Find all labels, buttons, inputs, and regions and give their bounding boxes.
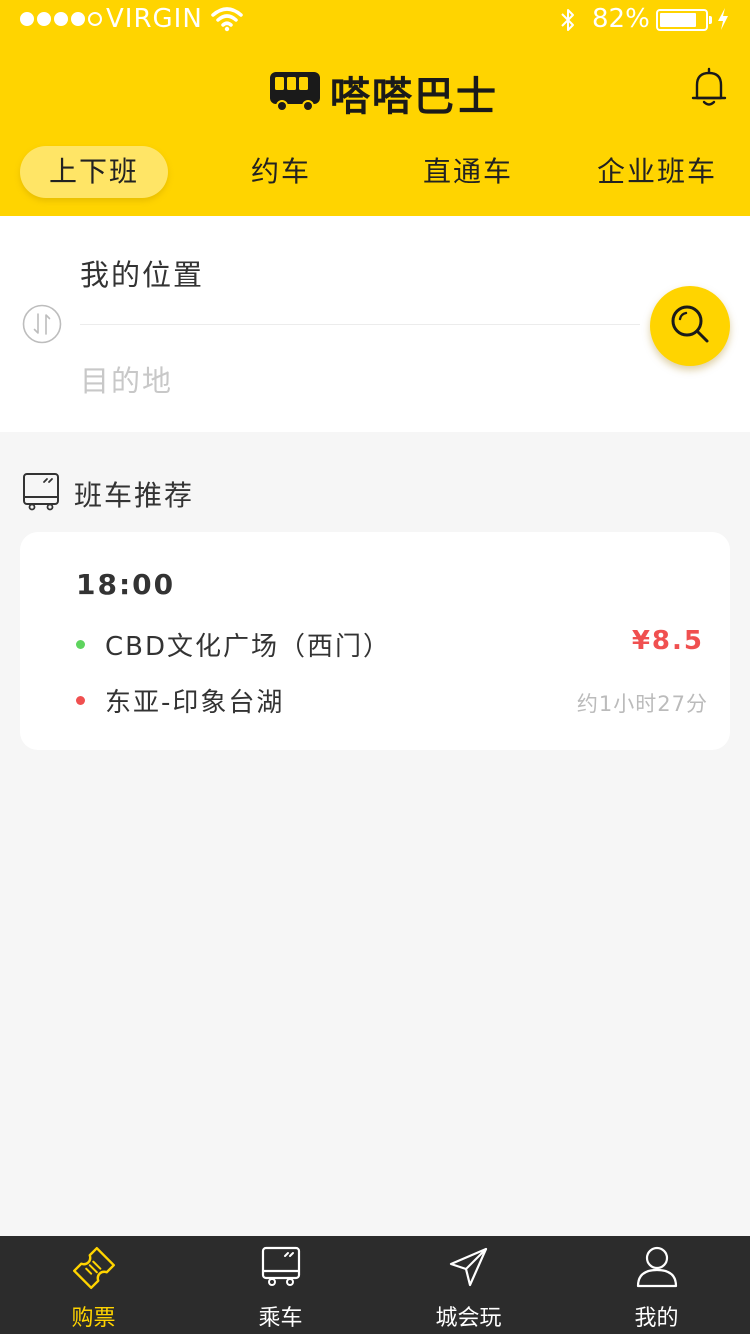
app-header: VIRGIN 82% 嗒嗒巴士 上下班 约车 直通车 企业班车 [0,0,750,216]
search-icon [667,301,713,351]
origin-name: CBD文化广场（西门） [105,632,392,662]
shuttle-card[interactable]: 18:00 CBD文化广场（西门） 东亚-印象台湖 ¥8.5 约1小时27分 [20,532,730,750]
field-divider [80,324,640,325]
search-button[interactable] [650,286,730,366]
tabbar-profile[interactable]: 我的 [563,1236,750,1334]
destination-name: 东亚-印象台湖 [105,688,285,718]
battery-fill [660,13,696,27]
paper-plane-icon [446,1244,492,1294]
tabbar-ride[interactable]: 乘车 [187,1236,374,1334]
departure-time: 18:00 [76,568,176,601]
recommend-section-header: 班车推荐 [22,472,194,516]
origin-dot [76,640,85,649]
signal-dot [37,12,51,26]
section-title: 班车推荐 [74,479,195,512]
origin-stop: CBD文化广场（西门） [76,626,391,663]
ticket-icon [70,1244,118,1296]
battery-icon [656,9,712,31]
bluetooth-icon [558,6,578,41]
destination-field[interactable]: 目的地 [80,358,173,400]
tabbar-label: 购票 [71,1306,116,1331]
notification-bell-icon[interactable] [690,66,728,112]
signal-dot [20,12,34,26]
top-tabs: 上下班 约车 直通车 企业班车 [0,146,750,200]
signal-dot [71,12,85,26]
signal-dot [88,12,102,26]
tabbar-city-fun[interactable]: 城会玩 [375,1236,562,1334]
swap-direction-icon[interactable] [22,304,62,348]
wifi-icon [210,6,244,39]
bus-logo-icon [268,70,322,116]
bottom-tab-bar: 购票 乘车 城会玩 我的 [0,1236,750,1334]
app-logo: 嗒嗒巴士 [268,64,498,122]
tabbar-label: 城会玩 [435,1306,502,1331]
trip-duration: 约1小时27分 [576,692,708,716]
tabbar-label: 我的 [634,1306,679,1331]
bus-icon [259,1244,303,1294]
ticket-price: ¥8.5 [631,626,704,656]
person-icon [634,1244,680,1294]
signal-dot [54,12,68,26]
signal-strength [20,12,102,26]
status-bar: VIRGIN 82% [0,0,750,40]
app-title: 嗒嗒巴士 [330,74,498,120]
tab-commute[interactable]: 上下班 [20,146,168,198]
tab-book-ride[interactable]: 约车 [218,146,344,198]
route-search-panel: 我的位置 目的地 [0,216,750,432]
tab-express[interactable]: 直通车 [400,146,536,198]
tabbar-label: 乘车 [258,1306,303,1331]
tab-enterprise-shuttle[interactable]: 企业班车 [588,146,726,198]
battery-percent: 82% [592,4,650,34]
carrier-name: VIRGIN [106,4,203,34]
tabbar-buy-ticket[interactable]: 购票 [0,1236,187,1334]
destination-dot [76,696,85,705]
charging-icon [716,7,730,38]
origin-field[interactable]: 我的位置 [80,252,204,294]
bus-icon [22,472,60,516]
battery-tip [709,16,712,24]
destination-stop: 东亚-印象台湖 [76,682,284,719]
